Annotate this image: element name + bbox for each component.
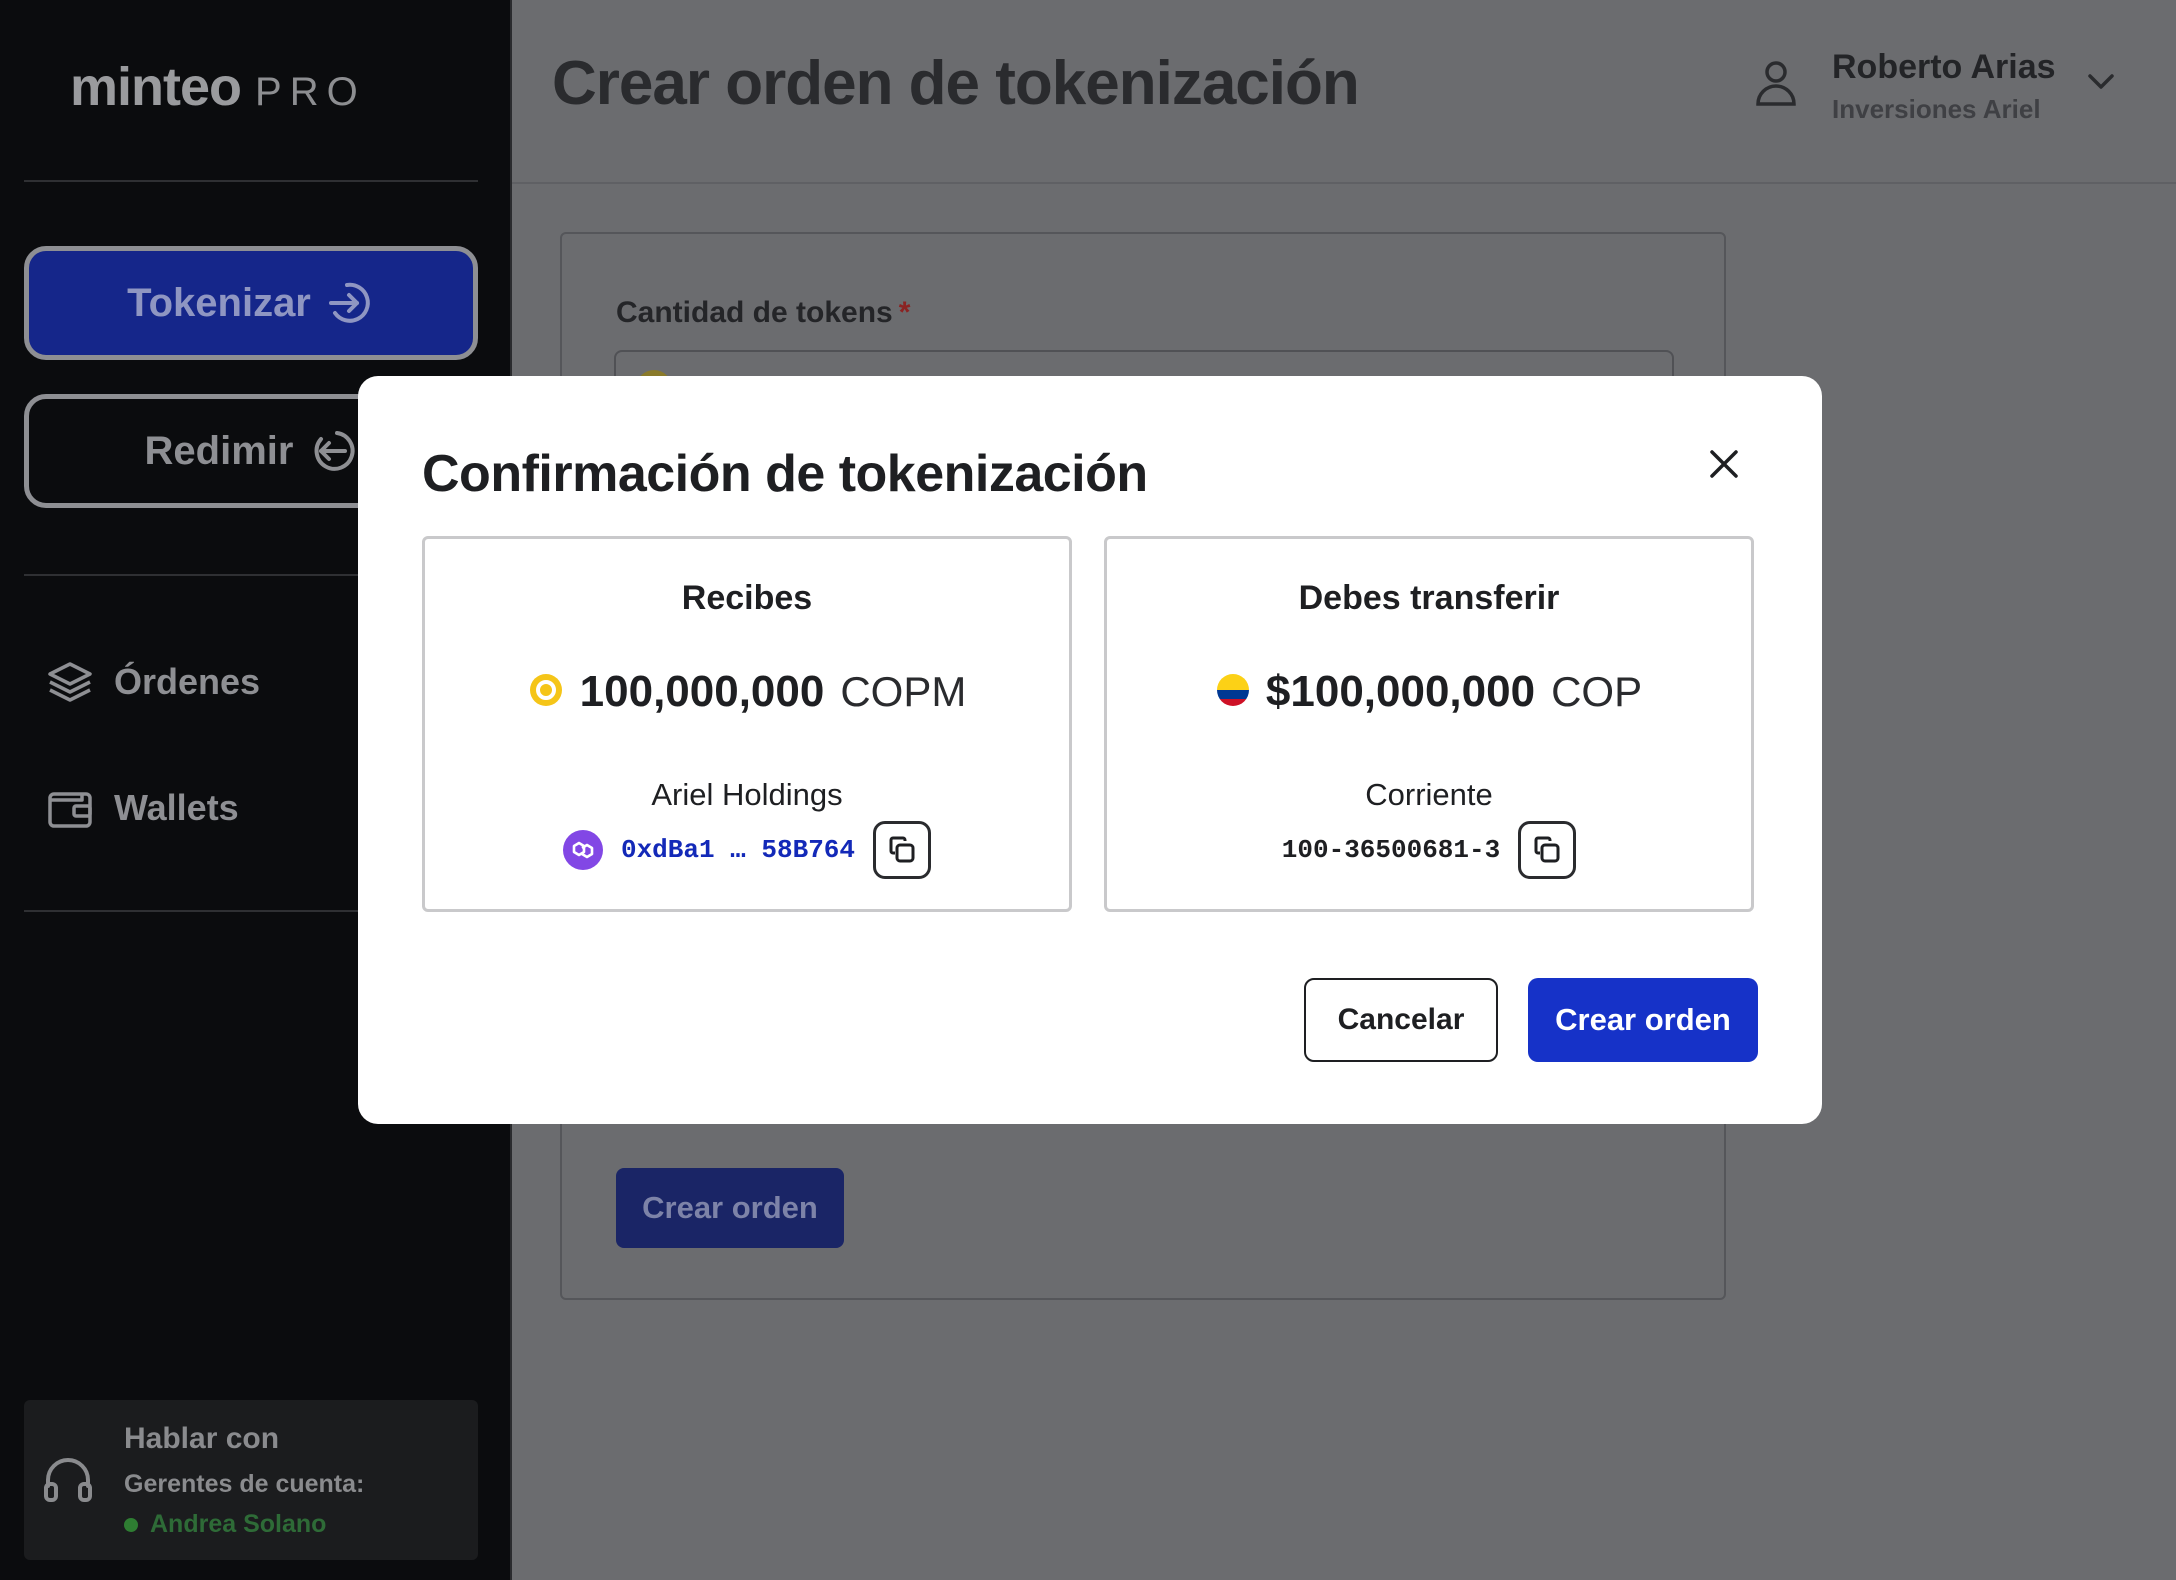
- receive-amount-row: 100,000,000 COPM: [425, 667, 1069, 717]
- wallet-address-row: 0xdBa1 … 58B764: [425, 821, 1069, 879]
- polygon-icon: [562, 830, 603, 870]
- transfer-amount: $100,000,000: [1265, 667, 1536, 716]
- chevron-down-icon[interactable]: [2086, 70, 2116, 99]
- brand-suffix: PRO: [255, 70, 366, 114]
- user-name[interactable]: Roberto Arias: [1832, 48, 2056, 87]
- app-root: minteo PRO Tokenizar Redimir Órdenes Wal…: [0, 0, 2176, 1580]
- online-status-dot: [124, 1517, 138, 1532]
- headset-icon: [42, 1454, 94, 1511]
- account-number-row: 100-36500681-3: [1107, 821, 1751, 879]
- support-title: Hablar con: [124, 1422, 280, 1455]
- nav-item-ordenes[interactable]: Órdenes: [46, 652, 260, 712]
- sidebar-divider: [24, 180, 478, 182]
- support-card[interactable]: Hablar con Gerentes de cuenta: Andrea So…: [24, 1400, 478, 1560]
- transfer-unit: COP: [1551, 668, 1643, 715]
- wallet-address: 0xdBa1 … 58B764: [620, 835, 856, 865]
- create-order-button[interactable]: Crear orden: [616, 1168, 844, 1248]
- confirm-create-order-button[interactable]: Crear orden: [1528, 978, 1758, 1062]
- arrow-in-circle-icon: [327, 279, 375, 327]
- layers-icon: [46, 658, 94, 706]
- nav-label-wallets: Wallets: [114, 787, 239, 828]
- required-marker: *: [898, 296, 911, 329]
- support-agent[interactable]: Andrea Solano: [124, 1510, 326, 1539]
- cancel-button[interactable]: Cancelar: [1304, 978, 1498, 1062]
- confirmation-modal: Confirmación de tokenización Recibes 100…: [358, 376, 1822, 1124]
- colombia-flag-icon: [1216, 673, 1250, 712]
- nav-item-wallets[interactable]: Wallets: [46, 778, 239, 838]
- wallet-icon: [46, 784, 94, 832]
- transfer-panel: Debes transferir $100,000,000 COP Corrie: [1104, 536, 1754, 912]
- support-agent-name: Andrea Solano: [150, 1510, 327, 1538]
- close-icon[interactable]: [1706, 446, 1742, 487]
- user-organization: Inversiones Ariel: [1832, 94, 2041, 124]
- quantity-label: Cantidad de tokens *: [616, 296, 910, 330]
- transfer-heading: Debes transferir: [1298, 579, 1560, 617]
- nav-label-ordenes: Órdenes: [114, 661, 261, 702]
- receive-heading: Recibes: [681, 579, 813, 617]
- wallet-name: Ariel Holdings: [651, 777, 843, 812]
- account-number: 100-36500681-3: [1281, 835, 1501, 865]
- brand-name: minteo: [70, 57, 242, 117]
- tokenizar-button[interactable]: Tokenizar: [24, 246, 478, 360]
- user-icon[interactable]: [1752, 58, 1800, 115]
- page-title: Crear orden de tokenización: [552, 49, 1360, 118]
- modal-title: Confirmación de tokenización: [422, 445, 1148, 503]
- page-header: Crear orden de tokenización Roberto Aria…: [512, 0, 2176, 184]
- brand-logo[interactable]: minteo PRO: [70, 56, 366, 117]
- copy-address-button[interactable]: [873, 821, 932, 879]
- receive-panel: Recibes 100,000,000 COPM Ariel Holdings: [422, 536, 1072, 912]
- quantity-label-text: Cantidad de tokens: [616, 296, 893, 329]
- copm-token-icon: [528, 672, 564, 713]
- redimir-label: Redimir: [144, 428, 294, 473]
- copy-account-button[interactable]: [1518, 821, 1577, 879]
- tokenizar-label: Tokenizar: [127, 280, 311, 325]
- transfer-amount-row: $100,000,000 COP: [1107, 667, 1751, 717]
- arrow-out-circle-icon: [309, 427, 357, 475]
- account-type: Corriente: [1365, 777, 1493, 812]
- receive-unit: COPM: [840, 668, 967, 715]
- support-subtitle: Gerentes de cuenta:: [124, 1470, 365, 1498]
- receive-amount: 100,000,000: [579, 667, 825, 716]
